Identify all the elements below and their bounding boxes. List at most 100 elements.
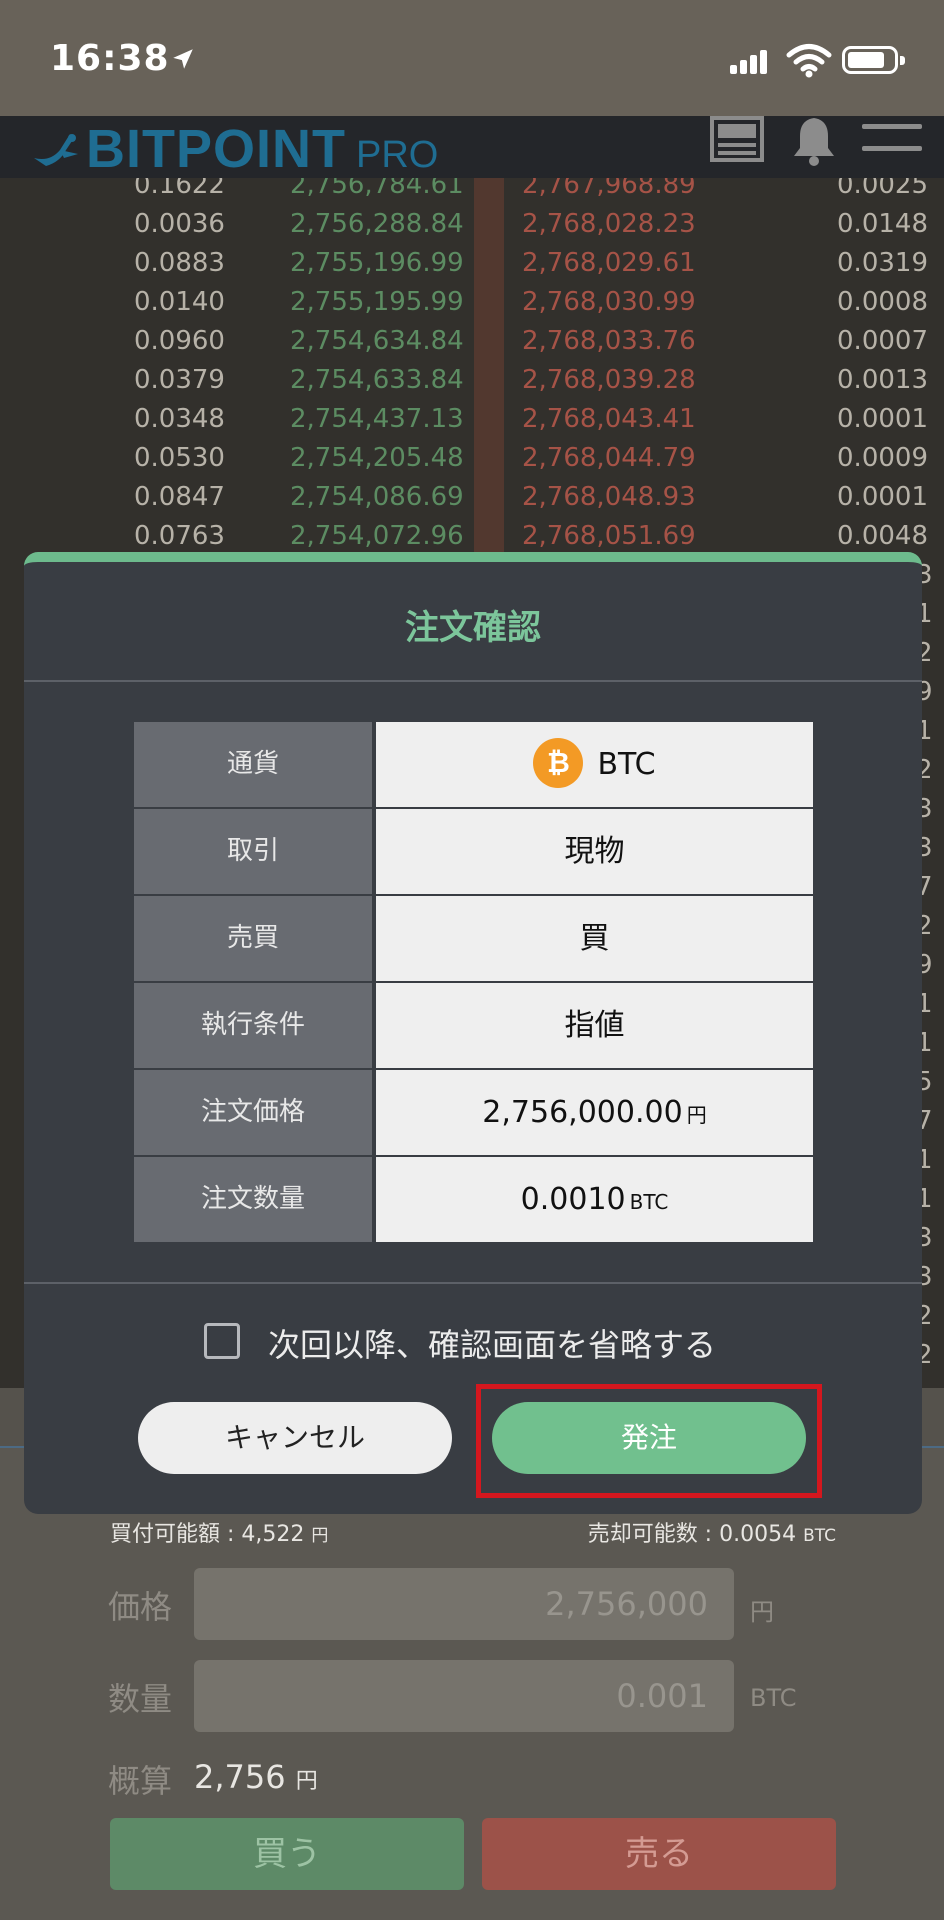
highlight-annotation bbox=[476, 1384, 822, 1498]
orderbook-row[interactable]: 0.0348 2,754,437.13 2,768,043.41 0.0001 bbox=[0, 400, 944, 439]
bid-quantity: 0.0763 bbox=[134, 521, 225, 551]
price-label: 価格 bbox=[108, 1588, 173, 1626]
orderbook-row[interactable]: 0.1622 2,756,784.61 2,767,968.89 0.0025 bbox=[0, 178, 944, 205]
ask-price: 2,768,033.76 bbox=[522, 326, 696, 356]
bid-price: 2,756,288.84 bbox=[290, 209, 464, 239]
order-confirm-dialog: 注文確認 通貨 ₿ BTC 取引 現物 売買 買 執行条件 指値 注文価格 2,7… bbox=[24, 552, 922, 1514]
cancel-button[interactable]: キャンセル bbox=[138, 1402, 452, 1474]
wifi-icon bbox=[786, 44, 832, 78]
row-quantity: 注文数量 0.0010 BTC bbox=[134, 1157, 813, 1242]
ask-price: 2,768,051.69 bbox=[522, 521, 696, 551]
skip-confirm-checkbox[interactable] bbox=[204, 1323, 240, 1359]
bird-logo-icon bbox=[34, 134, 78, 166]
bid-price: 2,754,205.48 bbox=[290, 443, 464, 473]
price-unit: 円 bbox=[686, 1103, 707, 1127]
bid-quantity: 0.0379 bbox=[134, 365, 225, 395]
ask-quantity: 0.0319 bbox=[837, 248, 928, 278]
divider bbox=[24, 1282, 922, 1284]
buy-available-text: 買付可能額 : 4,522 bbox=[110, 1522, 305, 1547]
quantity-input[interactable]: 0.001 bbox=[194, 1660, 734, 1732]
ask-price: 2,768,048.93 bbox=[522, 482, 696, 512]
buy-button[interactable]: 買う bbox=[110, 1818, 464, 1890]
status-time: 16:38 bbox=[50, 38, 170, 79]
execution-label: 執行条件 bbox=[134, 983, 372, 1068]
status-bar: 16:38 bbox=[0, 0, 944, 116]
ask-quantity: 0.0008 bbox=[837, 287, 928, 317]
estimate-value: 2,756 円 bbox=[194, 1758, 318, 1796]
quantity-label: 注文数量 bbox=[134, 1157, 372, 1242]
ask-quantity: 0.0009 bbox=[837, 443, 928, 473]
bid-quantity: 0.0140 bbox=[134, 287, 225, 317]
currency-label: 通貨 bbox=[134, 722, 372, 807]
dialog-title: 注文確認 bbox=[405, 608, 541, 648]
ask-quantity: 0.0148 bbox=[837, 209, 928, 239]
bid-quantity: 0.0847 bbox=[134, 482, 225, 512]
quantity-value-cell: 0.0010 BTC bbox=[376, 1157, 813, 1242]
trade-type-label: 取引 bbox=[134, 809, 372, 894]
sell-button[interactable]: 売る bbox=[482, 1818, 836, 1890]
ask-quantity: 0.0001 bbox=[837, 482, 928, 512]
bid-price: 2,756,784.61 bbox=[290, 178, 464, 200]
news-icon[interactable] bbox=[710, 116, 764, 162]
orderbook-row[interactable]: 0.0960 2,754,634.84 2,768,033.76 0.0007 bbox=[0, 322, 944, 361]
bid-price: 2,755,195.99 bbox=[290, 287, 464, 317]
quantity-label: 数量 bbox=[108, 1680, 173, 1718]
bid-quantity: 0.0883 bbox=[134, 248, 225, 278]
orderbook-row[interactable]: 0.0036 2,756,288.84 2,768,028.23 0.0148 bbox=[0, 205, 944, 244]
logo-sub-text: PRO bbox=[356, 134, 439, 176]
ask-quantity: 0.0048 bbox=[837, 521, 928, 551]
battery-icon bbox=[842, 46, 905, 74]
ask-price: 2,768,043.41 bbox=[522, 404, 696, 434]
location-arrow-icon bbox=[173, 49, 193, 69]
ask-price: 2,768,028.23 bbox=[522, 209, 696, 239]
ask-price: 2,768,044.79 bbox=[522, 443, 696, 473]
price-input[interactable]: 2,756,000 bbox=[194, 1568, 734, 1640]
ask-quantity: 0.0025 bbox=[837, 178, 928, 200]
quantity-unit: BTC bbox=[750, 1684, 797, 1712]
currency-value: BTC bbox=[597, 747, 656, 782]
row-price: 注文価格 2,756,000.00 円 bbox=[134, 1070, 813, 1155]
bid-quantity: 0.0960 bbox=[134, 326, 225, 356]
ask-quantity: 0.0007 bbox=[837, 326, 928, 356]
orderbook-row[interactable]: 0.0847 2,754,086.69 2,768,048.93 0.0001 bbox=[0, 478, 944, 517]
cellular-signal-icon bbox=[730, 48, 778, 74]
price-value-cell: 2,756,000.00 円 bbox=[376, 1070, 813, 1155]
orderbook-row[interactable]: 0.0883 2,755,196.99 2,768,029.61 0.0319 bbox=[0, 244, 944, 283]
orderbook-row[interactable]: 0.0763 2,754,072.96 2,768,051.69 0.0048 bbox=[0, 517, 944, 556]
estimate-unit: 円 bbox=[295, 1769, 318, 1794]
bid-price: 2,754,634.84 bbox=[290, 326, 464, 356]
sell-available: 売却可能数 : 0.0054 BTC bbox=[588, 1516, 836, 1548]
bid-price: 2,754,633.84 bbox=[290, 365, 464, 395]
bell-icon[interactable] bbox=[790, 116, 838, 166]
bid-price: 2,755,196.99 bbox=[290, 248, 464, 278]
bid-price: 2,754,072.96 bbox=[290, 521, 464, 551]
ask-price: 2,768,029.61 bbox=[522, 248, 696, 278]
orderbook-row[interactable]: 0.0140 2,755,195.99 2,768,030.99 0.0008 bbox=[0, 283, 944, 322]
row-trade-type: 取引 現物 bbox=[134, 809, 813, 894]
execution-value: 指値 bbox=[376, 983, 813, 1068]
row-side: 売買 買 bbox=[134, 896, 813, 981]
buy-available-unit: 円 bbox=[311, 1526, 329, 1546]
quantity-unit: BTC bbox=[629, 1190, 669, 1214]
bid-quantity: 0.0348 bbox=[134, 404, 225, 434]
orderbook-row[interactable]: 0.0530 2,754,205.48 2,768,044.79 0.0009 bbox=[0, 439, 944, 478]
skip-confirm-label[interactable]: 次回以降、確認画面を省略する bbox=[268, 1320, 716, 1366]
bitpoint-logo[interactable]: BITPOINT PRO bbox=[30, 118, 438, 176]
bitcoin-symbol: ₿ bbox=[547, 745, 570, 779]
bid-price: 2,754,086.69 bbox=[290, 482, 464, 512]
bid-price: 2,754,437.13 bbox=[290, 404, 464, 434]
sell-available-unit: BTC bbox=[803, 1526, 836, 1546]
quantity-value: 0.0010 bbox=[520, 1182, 626, 1217]
sell-available-text: 売却可能数 : 0.0054 bbox=[587, 1522, 797, 1547]
row-currency: 通貨 ₿ BTC bbox=[134, 722, 813, 807]
hamburger-menu-icon[interactable] bbox=[862, 124, 922, 168]
logo-text: BITPOINT bbox=[86, 119, 346, 179]
estimate-label: 概算 bbox=[108, 1762, 173, 1800]
price-unit: 円 bbox=[750, 1598, 774, 1626]
price-value: 2,756,000.00 bbox=[482, 1095, 683, 1130]
estimate-amount: 2,756 bbox=[194, 1758, 286, 1796]
ask-price: 2,768,030.99 bbox=[522, 287, 696, 317]
currency-value-cell: ₿ BTC bbox=[376, 722, 813, 807]
orderbook-row[interactable]: 0.0379 2,754,633.84 2,768,039.28 0.0013 bbox=[0, 361, 944, 400]
bid-quantity: 0.0530 bbox=[134, 443, 225, 473]
